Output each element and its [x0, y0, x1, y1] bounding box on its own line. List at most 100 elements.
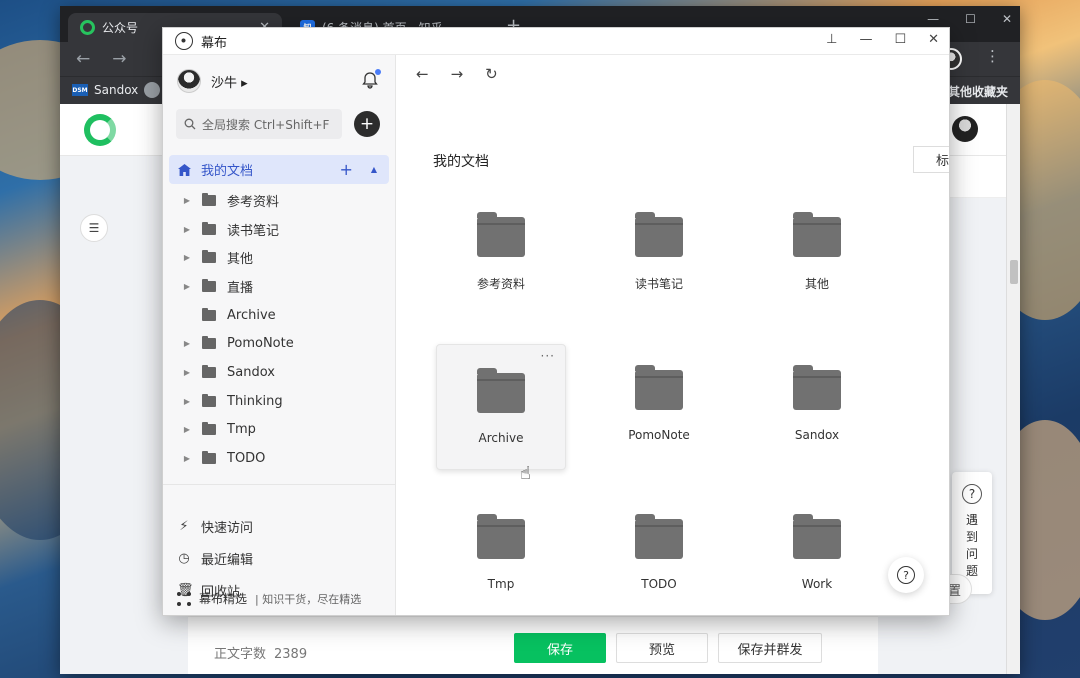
tree-node-label: Thinking: [227, 393, 283, 409]
button-label: 预览: [648, 642, 675, 658]
minimize-icon[interactable]: —: [859, 32, 872, 47]
tree-node[interactable]: ▶ 其他: [163, 243, 395, 272]
word-count-value: 2389: [274, 647, 308, 662]
button-label: 保存并群发: [737, 642, 803, 658]
word-count: 正文字数 2389: [214, 643, 307, 662]
sidebar-item-quick-access[interactable]: ⚡ 快速访问: [177, 517, 253, 536]
expand-arrow-icon[interactable]: ▶: [181, 282, 193, 291]
notification-bell-icon[interactable]: [361, 69, 381, 89]
avatar[interactable]: [952, 116, 978, 142]
mubu-titlebar: 幕布 ⊥ — ☐ ✕: [163, 28, 949, 55]
folder-card[interactable]: 参考资料: [436, 189, 566, 315]
folder-tree: ▶ 参考资料 ▶ 读书笔记 ▶ 其他 ▶ 直播 Archive ▶ PomoNote ▶ S…: [163, 186, 395, 484]
user-menu[interactable]: 沙牛 ▸: [177, 69, 248, 93]
folder-card[interactable]: 其他: [752, 189, 882, 315]
bookmark-other-folder[interactable]: 其他收藏夹: [948, 83, 1008, 100]
tree-node[interactable]: ▶ 读书笔记: [163, 215, 395, 244]
add-doc-icon[interactable]: +: [339, 160, 352, 179]
scrollbar-thumb[interactable]: [1010, 260, 1018, 284]
folder-icon: [793, 212, 841, 257]
forward-icon[interactable]: →: [451, 65, 464, 83]
tree-node[interactable]: ▶ 直播: [163, 272, 395, 301]
tree-node-label: PomoNote: [227, 336, 294, 352]
folder-card[interactable]: TODO: [594, 491, 724, 617]
tree-node[interactable]: Archive: [163, 301, 395, 330]
tree-node[interactable]: ▶ 参考资料: [163, 186, 395, 215]
minimize-icon[interactable]: —: [927, 12, 939, 26]
folder-card[interactable]: Sandox: [752, 342, 882, 468]
expand-arrow-icon[interactable]: ▶: [181, 339, 193, 348]
help-label: 遇到问题: [965, 513, 978, 578]
wechat-logo[interactable]: [84, 114, 116, 146]
sidebar-item-my-docs[interactable]: 我的文档 + ▲: [169, 155, 389, 184]
help-button[interactable]: ?: [888, 557, 924, 593]
folder-icon: [477, 368, 525, 413]
folder-icon: [202, 422, 216, 436]
tree-node-label: Archive: [227, 307, 276, 323]
refresh-icon[interactable]: ↻: [485, 65, 498, 83]
tree-node[interactable]: ▶ Tmp: [163, 416, 395, 445]
expand-arrow-icon[interactable]: ▶: [181, 397, 193, 406]
search-input[interactable]: 全局搜索 Ctrl+Shift+F: [176, 109, 342, 139]
pin-icon[interactable]: ⊥: [826, 32, 837, 47]
forward-icon[interactable]: →: [112, 49, 126, 69]
expand-arrow-icon[interactable]: ▶: [181, 253, 193, 262]
folder-card[interactable]: Work: [752, 491, 882, 617]
mark-button[interactable]: 标: [913, 146, 949, 173]
sidebar-item-recent[interactable]: ◷ 最近编辑: [177, 549, 253, 568]
question-icon: ?: [897, 566, 915, 584]
more-options-icon[interactable]: ···: [541, 349, 555, 363]
folder-label: 参考资料: [476, 277, 525, 291]
folder-label: 其他: [804, 277, 829, 291]
maximize-icon[interactable]: ☐: [965, 12, 976, 26]
tree-node[interactable]: ▶ PomoNote: [163, 329, 395, 358]
folder-label: Work: [801, 577, 833, 591]
folder-card[interactable]: 读书笔记: [594, 189, 724, 315]
back-icon[interactable]: ←: [76, 49, 90, 69]
tree-node-label: TODO: [227, 451, 266, 467]
scrollbar[interactable]: [1006, 104, 1020, 674]
expand-arrow-icon[interactable]: ▶: [181, 425, 193, 434]
sidebar-item-label: 我的文档: [201, 164, 254, 179]
featured-link[interactable]: 幕布精选 | 知识干货，尽在精选: [177, 590, 361, 607]
folder-icon: [202, 278, 216, 292]
tree-node-label: 直播: [227, 280, 254, 296]
dsm-icon: DSM: [72, 84, 88, 96]
close-icon[interactable]: ✕: [928, 32, 939, 47]
more-menu-icon[interactable]: ⋮: [985, 47, 1000, 65]
folder-card[interactable]: PomoNote: [594, 342, 724, 468]
save-button[interactable]: 保存: [514, 633, 606, 663]
maximize-icon[interactable]: ☐: [894, 32, 906, 47]
folder-card-hovered[interactable]: ··· Archive: [436, 344, 566, 470]
tree-node[interactable]: ▶ Sandox: [163, 358, 395, 387]
editor-footer: 正文字数 2389 保存 预览 保存并群发: [188, 616, 878, 674]
folder-icon: [202, 221, 216, 235]
mubu-window: 幕布 ⊥ — ☐ ✕ 沙牛 ▸ 全局搜索 Ctrl+Shift+F + 我的文档…: [162, 27, 950, 616]
tree-node[interactable]: ▶ TODO: [163, 444, 395, 473]
folder-label: Archive: [478, 431, 524, 445]
bookmark-sandox[interactable]: DSM Sandox: [72, 83, 138, 97]
add-button[interactable]: +: [354, 111, 380, 137]
expand-arrow-icon[interactable]: ▶: [181, 368, 193, 377]
search-placeholder: 全局搜索 Ctrl+Shift+F: [202, 117, 330, 132]
expand-arrow-icon[interactable]: ▶: [181, 225, 193, 234]
featured-label: 幕布精选: [199, 592, 248, 606]
save-and-mass-send-button[interactable]: 保存并群发: [718, 633, 822, 663]
back-icon[interactable]: ←: [416, 65, 429, 83]
expand-arrow-icon[interactable]: ▶: [181, 196, 193, 205]
tree-node-label: 其他: [227, 252, 254, 268]
collapse-icon[interactable]: ▲: [371, 165, 377, 174]
main-nav: ← → ↻: [416, 65, 498, 83]
folder-icon: [202, 364, 216, 378]
close-icon[interactable]: ✕: [1002, 12, 1012, 26]
tree-node[interactable]: ▶ Thinking: [163, 387, 395, 416]
folder-card[interactable]: Tmp: [436, 491, 566, 617]
folder-icon: [793, 365, 841, 410]
page-title: 我的文档: [433, 154, 489, 170]
tree-node-label: Tmp: [227, 422, 256, 438]
globe-icon[interactable]: [144, 82, 160, 98]
preview-button[interactable]: 预览: [616, 633, 708, 663]
folder-icon: [635, 212, 683, 257]
outline-list-icon[interactable]: ☰: [80, 214, 108, 242]
expand-arrow-icon[interactable]: ▶: [181, 454, 193, 463]
